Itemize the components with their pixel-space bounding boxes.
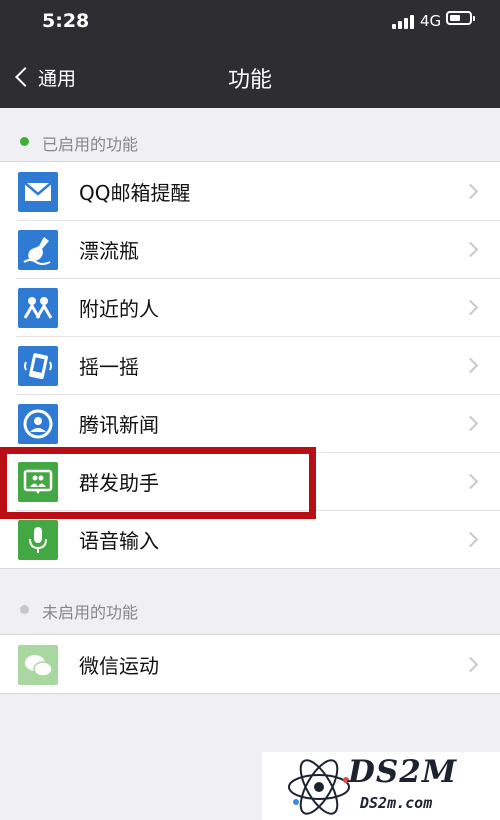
list-item-people-nearby[interactable]: 附近的人 xyxy=(0,278,500,336)
list-item-mass-message[interactable]: 群发助手 xyxy=(0,452,500,510)
broadcast-icon xyxy=(18,462,58,502)
list-item-label: 微信运动 xyxy=(79,654,159,678)
nav-bar: 通用 功能 xyxy=(0,44,500,108)
chevron-right-icon xyxy=(462,473,479,490)
battery-icon xyxy=(446,11,475,25)
disabled-features-list: 微信运动 xyxy=(0,634,500,694)
section-label: 已启用的功能 xyxy=(42,135,139,154)
chevron-right-icon xyxy=(462,183,479,200)
list-item-label: QQ邮箱提醒 xyxy=(79,181,191,205)
list-item-label: 摇一摇 xyxy=(79,355,139,379)
watermark-url: DS2m.com xyxy=(360,794,433,812)
list-item-drift-bottle[interactable]: 漂流瓶 xyxy=(0,220,500,278)
signal-icon xyxy=(392,14,414,29)
chevron-right-icon xyxy=(462,299,479,316)
list-item-label: 漂流瓶 xyxy=(79,239,139,263)
list-item-wechat-sport[interactable]: 微信运动 xyxy=(0,635,500,693)
network-type: 4G xyxy=(420,12,442,30)
list-item-voice-input[interactable]: 语音输入 xyxy=(0,510,500,568)
chevron-right-icon xyxy=(462,531,479,548)
page-title: 功能 xyxy=(227,68,272,93)
status-dot xyxy=(20,137,29,146)
list-item-qq-mail[interactable]: QQ邮箱提醒 xyxy=(0,162,500,220)
list-item-shake[interactable]: 摇一摇 xyxy=(0,336,500,394)
microphone-icon xyxy=(18,520,58,560)
status-time: 5:28 xyxy=(42,10,90,32)
shake-icon xyxy=(18,346,58,386)
chevron-right-icon xyxy=(462,241,479,258)
watermark: DS2M DS2m.com xyxy=(262,752,500,820)
chevron-right-icon xyxy=(462,415,479,432)
watermark-brand: DS2M xyxy=(348,754,458,790)
section-header-disabled: 未启用的功能 xyxy=(0,595,500,625)
section-header-enabled: 已启用的功能 xyxy=(0,127,500,157)
atom-logo-icon xyxy=(288,759,350,815)
mail-icon xyxy=(18,172,58,212)
people-nearby-icon xyxy=(18,288,58,328)
list-item-label: 语音输入 xyxy=(79,529,159,553)
bottle-icon xyxy=(18,230,58,270)
list-item-label: 附近的人 xyxy=(79,297,159,321)
list-item-label: 群发助手 xyxy=(79,471,159,495)
news-icon xyxy=(18,404,58,444)
list-item-label: 腾讯新闻 xyxy=(79,413,159,437)
enabled-features-list: QQ邮箱提醒 漂流瓶 附近的人 摇一摇 腾讯新闻 群发助手 语音输入 xyxy=(0,161,500,569)
section-label: 未启用的功能 xyxy=(42,603,139,622)
status-bar: 5:28 4G xyxy=(0,0,500,44)
chevron-right-icon xyxy=(462,357,479,374)
status-dot xyxy=(20,605,29,614)
wechat-sport-icon xyxy=(18,645,58,685)
chevron-right-icon xyxy=(462,656,479,673)
list-item-tencent-news[interactable]: 腾讯新闻 xyxy=(0,394,500,452)
